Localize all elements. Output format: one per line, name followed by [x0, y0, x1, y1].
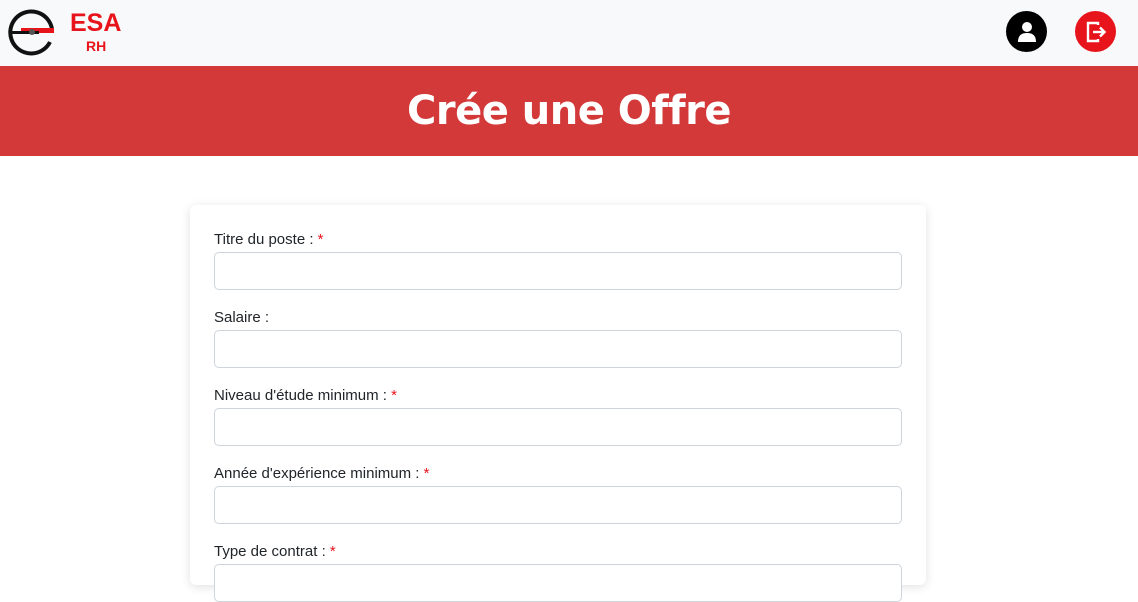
top-navbar: ESA RH: [0, 0, 1138, 66]
required-marker: *: [423, 465, 430, 482]
brand-logo-link[interactable]: ESA RH: [8, 7, 128, 57]
experience-years-label: Année d'expérience minimum : *: [214, 465, 430, 482]
page-header-banner: Crée une Offre: [0, 66, 1138, 156]
create-offer-form: Titre du poste : * Salaire : Niveau d'ét…: [190, 205, 926, 602]
esa-logo-icon: [8, 9, 54, 56]
profile-button[interactable]: [1006, 11, 1047, 52]
education-level-label: Niveau d'étude minimum : *: [214, 387, 397, 404]
education-level-input[interactable]: [214, 408, 902, 446]
brand-name: ESA: [70, 9, 122, 37]
required-marker: *: [317, 231, 324, 248]
contract-type-input[interactable]: [214, 564, 902, 602]
logout-icon: [1086, 21, 1106, 42]
contract-type-label: Type de contrat : *: [214, 543, 336, 560]
page-title: Crée une Offre: [407, 88, 731, 134]
required-marker: *: [391, 387, 397, 404]
user-icon: [1017, 21, 1036, 42]
field-experience-years: Année d'expérience minimum : *: [214, 464, 902, 524]
field-education-level: Niveau d'étude minimum : *: [214, 386, 902, 446]
required-marker: *: [329, 543, 336, 560]
field-contract-type: Type de contrat : *: [214, 542, 902, 602]
field-job-title: Titre du poste : *: [214, 230, 902, 290]
job-title-input[interactable]: [214, 252, 902, 290]
salary-input[interactable]: [214, 330, 902, 368]
experience-years-input[interactable]: [214, 486, 902, 524]
field-salary: Salaire :: [214, 308, 902, 368]
job-title-label: Titre du poste : *: [214, 231, 324, 248]
brand-subtitle: RH: [86, 38, 107, 54]
salary-label: Salaire :: [214, 309, 270, 326]
logout-button[interactable]: [1075, 11, 1116, 52]
